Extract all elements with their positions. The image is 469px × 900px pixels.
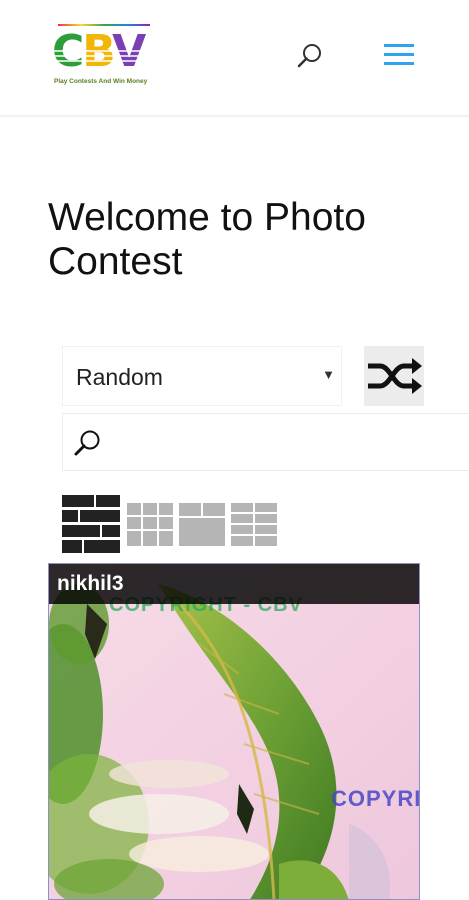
photo-author-name[interactable]: nikhil3 xyxy=(57,572,124,596)
logo-tagline: Play Contests And Win Money xyxy=(54,78,148,85)
photo-search-input[interactable] xyxy=(109,424,469,462)
photo-card[interactable]: COPYRIGHT - CBV COPYRI nikhil3 xyxy=(48,563,420,900)
site-header: CBV Play Contests And Win Money xyxy=(0,0,469,117)
mosaic-view-icon xyxy=(179,503,225,546)
photo-author-bar: nikhil3 xyxy=(49,564,419,604)
view-grid-button[interactable] xyxy=(127,494,173,554)
shuffle-icon xyxy=(368,358,422,394)
logo-letter-b: B xyxy=(82,26,114,77)
brick-view-icon xyxy=(61,494,121,554)
caret-down-icon: ▼ xyxy=(322,367,335,382)
sort-order-value: Random xyxy=(76,364,163,390)
view-tile-button[interactable] xyxy=(231,494,277,554)
view-brick-button[interactable] xyxy=(61,494,121,554)
page-title: Welcome to Photo Contest xyxy=(48,196,366,283)
logo-letter-c: C xyxy=(52,26,84,77)
view-mode-toolbar xyxy=(61,494,281,556)
site-logo[interactable]: CBV Play Contests And Win Money xyxy=(52,24,156,90)
search-icon[interactable] xyxy=(296,42,324,70)
photo-search-box[interactable] xyxy=(62,413,469,471)
watermark-text: COPYRI xyxy=(331,786,420,811)
shuffle-button[interactable] xyxy=(364,346,424,406)
sort-order-select[interactable]: Random ▼ xyxy=(62,346,342,406)
logo-letter-v: V xyxy=(112,26,146,77)
hamburger-menu-icon[interactable] xyxy=(384,42,414,68)
grid-view-icon xyxy=(127,503,173,546)
logo-letters: CBV xyxy=(52,26,146,77)
tile-view-icon xyxy=(231,503,277,546)
view-mosaic-button[interactable] xyxy=(179,494,225,554)
search-icon xyxy=(73,428,103,458)
